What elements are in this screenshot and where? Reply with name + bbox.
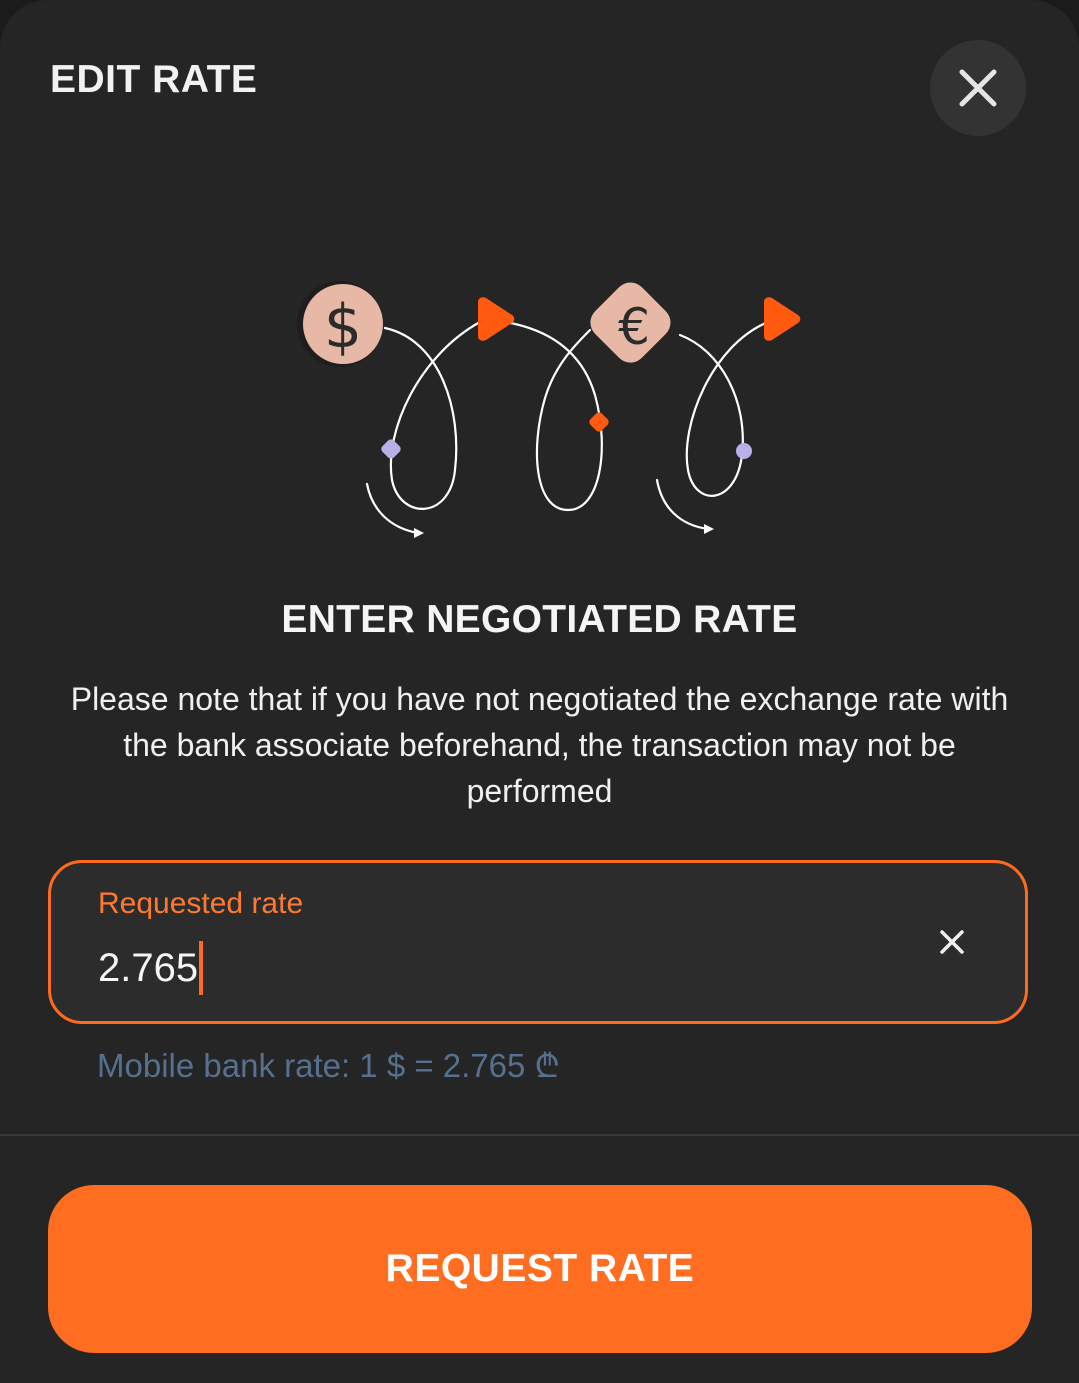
requested-rate-label: Requested rate [98,887,304,920]
mobile-bank-rate-hint: Mobile bank rate: 1 $ = 2.765 ₾ [97,1047,560,1084]
text-caret [199,941,204,995]
svg-text:€: € [618,298,650,356]
request-rate-button-label: REQUEST RATE [385,1247,695,1290]
footer-divider [0,1134,1079,1136]
svg-text:$: $ [324,292,362,362]
request-rate-button[interactable]: REQUEST RATE [48,1185,1032,1353]
dollar-coin-icon: $ [297,281,383,367]
clear-icon [940,930,964,954]
sheet-title: EDIT RATE [50,58,258,101]
requested-rate-input[interactable]: 2.765 [98,941,204,995]
section-heading: ENTER NEGOTIATED RATE [281,598,798,641]
close-button[interactable] [930,40,1026,136]
close-icon [959,69,997,107]
disclaimer-note: Please note that if you have not negotia… [70,681,1009,809]
requested-rate-value: 2.765 [98,945,199,990]
requested-rate-field[interactable]: Requested rate 2.765 [48,860,1028,1024]
edit-rate-sheet: EDIT RATE $ € ENTER NEGOTIATED RATE Plea… [0,0,1079,1383]
currency-exchange-illustration: $ € [297,281,801,538]
clear-input-button[interactable] [931,921,973,963]
euro-coin-icon: € [590,282,671,363]
